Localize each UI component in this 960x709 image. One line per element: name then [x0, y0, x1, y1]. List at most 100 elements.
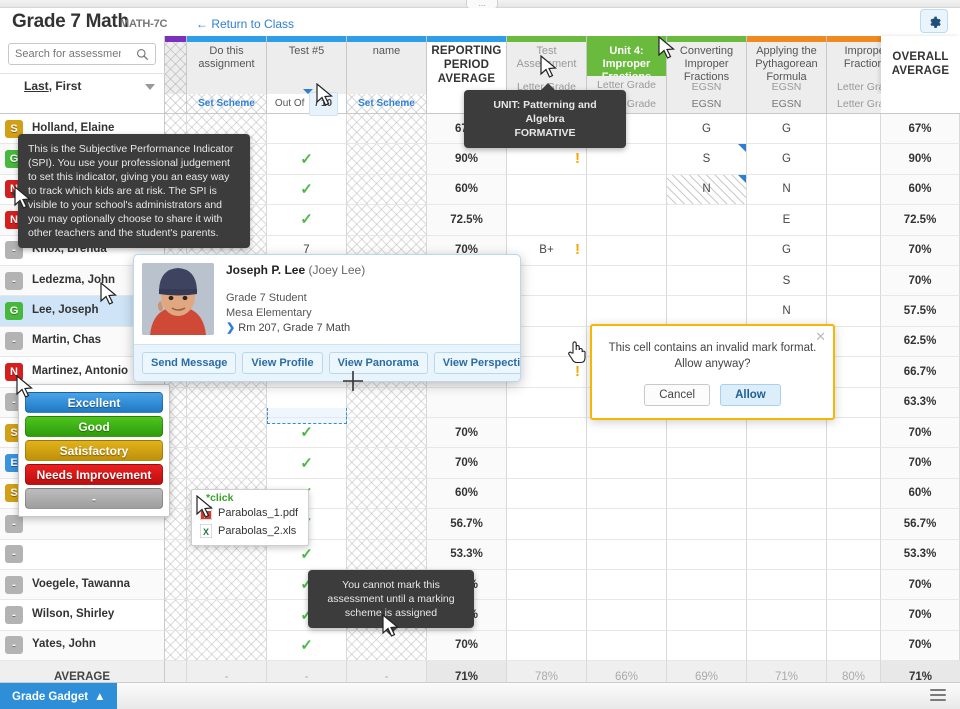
- grid-cell-unit[interactable]: [587, 144, 667, 175]
- grid-cell-c0[interactable]: [165, 570, 187, 601]
- grid-cell-overall[interactable]: 70%: [881, 600, 960, 631]
- grid-cell-overall[interactable]: 56.7%: [881, 509, 960, 540]
- grid-cell-c3[interactable]: [347, 387, 427, 418]
- grid-cell-egsn2[interactable]: [747, 509, 827, 540]
- allow-button[interactable]: Allow: [720, 384, 781, 406]
- grid-cell-c3[interactable]: [347, 174, 427, 206]
- grid-cell-overall[interactable]: 70%: [881, 418, 960, 449]
- grid-cell-c3[interactable]: [347, 630, 427, 662]
- grid-cell-rpa[interactable]: 60%: [427, 478, 507, 510]
- table-row[interactable]: - Yates, John ✓ 70% 70%: [0, 630, 960, 662]
- grid-cell-unit[interactable]: [587, 448, 667, 479]
- grid-cell-c3[interactable]: [347, 418, 427, 449]
- table-row[interactable]: -Voegele, Tawanna✓70%70%: [0, 570, 960, 601]
- set-scheme-link[interactable]: Set Scheme: [198, 98, 255, 109]
- grid-cell-c9[interactable]: [827, 357, 881, 388]
- grid-cell-rpa[interactable]: 60%: [427, 174, 507, 206]
- spi-option-satis[interactable]: Satisfactory: [25, 440, 163, 461]
- grid-cell-egsn1[interactable]: [667, 235, 747, 266]
- grid-cell-c9[interactable]: [827, 235, 881, 266]
- column-header-do-this-assignment[interactable]: Do this assignment: [187, 36, 267, 94]
- grid-cell-c3[interactable]: [347, 539, 427, 570]
- column-header-name[interactable]: name: [347, 36, 427, 94]
- grid-cell-letter[interactable]: [507, 448, 587, 479]
- scheme-cell-do-this-assignment[interactable]: Set Scheme: [187, 94, 267, 114]
- grid-cell-test5[interactable]: [267, 114, 347, 145]
- grid-cell-unit[interactable]: [587, 570, 667, 601]
- warning-icon[interactable]: !: [575, 363, 580, 380]
- grid-cell-unit[interactable]: [587, 539, 667, 570]
- grid-cell-unit[interactable]: [587, 266, 667, 297]
- grid-cell-letter[interactable]: !: [507, 144, 587, 175]
- grid-cell-c9[interactable]: [827, 478, 881, 510]
- grid-cell-egsn1[interactable]: [667, 266, 747, 297]
- grid-cell-c1[interactable]: [187, 600, 267, 631]
- grid-cell-unit[interactable]: [587, 235, 667, 266]
- grid-cell-overall[interactable]: 63.3%: [881, 387, 960, 418]
- grid-cell-unit[interactable]: [587, 509, 667, 540]
- grid-cell-c9[interactable]: [827, 418, 881, 449]
- warning-icon[interactable]: !: [575, 241, 580, 258]
- grid-cell-c3[interactable]: [347, 114, 427, 145]
- grid-cell-letter[interactable]: [507, 570, 587, 601]
- grid-cell-egsn1[interactable]: S: [667, 144, 747, 175]
- spi-badge[interactable]: -: [5, 514, 23, 533]
- grid-cell-letter[interactable]: [507, 509, 587, 540]
- grid-cell-egsn2[interactable]: G: [747, 114, 827, 145]
- grid-cell-egsn1[interactable]: [667, 539, 747, 570]
- grid-cell-egsn1[interactable]: N: [667, 174, 747, 206]
- grid-cell-rpa[interactable]: 53.3%: [427, 539, 507, 570]
- close-icon[interactable]: ✕: [815, 329, 826, 345]
- grid-cell-c9[interactable]: [827, 266, 881, 297]
- grid-cell-egsn2[interactable]: [747, 418, 827, 449]
- grid-cell-unit[interactable]: [587, 174, 667, 206]
- grid-cell-test5[interactable]: ✓: [267, 174, 347, 206]
- grid-cell-egsn1[interactable]: [667, 570, 747, 601]
- spi-option-none[interactable]: -: [25, 488, 163, 509]
- grid-cell-overall[interactable]: 60%: [881, 478, 960, 510]
- grid-cell-letter[interactable]: [507, 205, 587, 236]
- chevron-down-icon[interactable]: [302, 89, 313, 94]
- grid-cell-overall[interactable]: 90%: [881, 144, 960, 175]
- column-header-blank[interactable]: [165, 36, 187, 94]
- grid-cell-overall[interactable]: 70%: [881, 570, 960, 601]
- grid-cell-overall[interactable]: 70%: [881, 630, 960, 662]
- grid-cell-rpa[interactable]: 70%: [427, 448, 507, 479]
- out-of-value[interactable]: / 10: [309, 92, 339, 116]
- grid-cell-overall[interactable]: 62.5%: [881, 326, 960, 358]
- grid-cell-egsn2[interactable]: [747, 478, 827, 510]
- grid-cell-egsn2[interactable]: S: [747, 266, 827, 297]
- search-input-wrap[interactable]: [8, 43, 156, 65]
- grid-cell-c3[interactable]: [347, 509, 427, 540]
- grid-cell-unit[interactable]: [587, 600, 667, 631]
- grid-cell-unit[interactable]: [587, 296, 667, 327]
- grid-cell-rpa[interactable]: 56.7%: [427, 509, 507, 540]
- grid-cell-egsn1[interactable]: [667, 600, 747, 631]
- grid-cell-egsn2[interactable]: N: [747, 174, 827, 206]
- grid-cell-c0[interactable]: [165, 630, 187, 662]
- grid-cell-overall[interactable]: 70%: [881, 235, 960, 266]
- spi-option-needs[interactable]: Needs Improvement: [25, 464, 163, 485]
- grid-cell-letter[interactable]: [507, 418, 587, 449]
- grid-cell-c9[interactable]: [827, 509, 881, 540]
- grid-cell-c1[interactable]: [187, 418, 267, 449]
- spi-option-good[interactable]: Good: [25, 416, 163, 437]
- grid-cell-rpa[interactable]: 70%: [427, 630, 507, 662]
- student-room-row[interactable]: ❯ Rm 207, Grade 7 Math: [226, 321, 365, 336]
- grid-cell-egsn2[interactable]: [747, 570, 827, 601]
- grid-cell-overall[interactable]: 66.7%: [881, 357, 960, 388]
- grid-cell-egsn2[interactable]: [747, 539, 827, 570]
- search-input[interactable]: [9, 44, 127, 64]
- grid-cell-egsn2[interactable]: G: [747, 235, 827, 266]
- grid-cell-overall[interactable]: 53.3%: [881, 539, 960, 570]
- grid-cell-overall[interactable]: 70%: [881, 266, 960, 297]
- grid-cell-egsn2[interactable]: [747, 448, 827, 479]
- grid-cell-letter[interactable]: [507, 174, 587, 206]
- grid-cell-letter[interactable]: [507, 478, 587, 510]
- spi-badge[interactable]: -: [5, 575, 23, 594]
- grid-cell-overall[interactable]: 70%: [881, 448, 960, 479]
- send-message-button[interactable]: Send Message: [142, 352, 237, 374]
- grid-cell-letter[interactable]: [507, 600, 587, 631]
- grid-cell-test5[interactable]: ✓: [267, 205, 347, 236]
- spi-badge[interactable]: -: [5, 636, 23, 655]
